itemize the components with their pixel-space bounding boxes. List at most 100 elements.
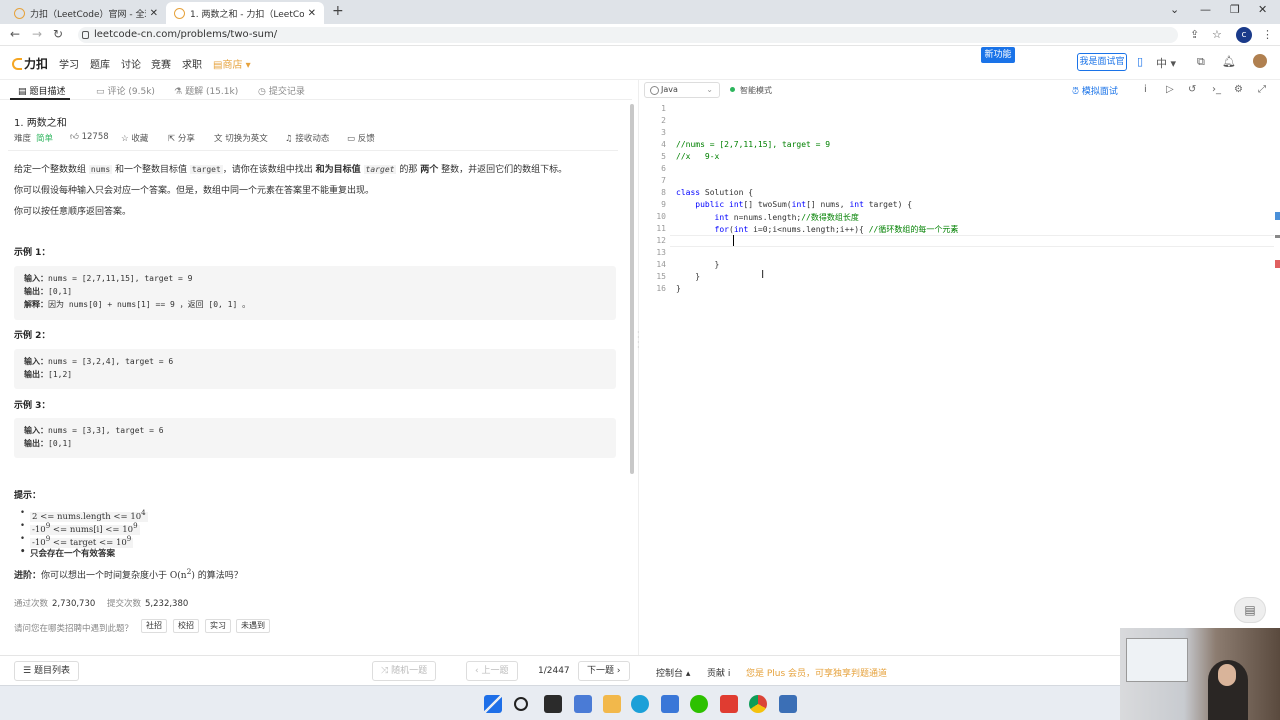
description-paragraph: 你可以按任意顺序返回答案。 xyxy=(14,207,132,217)
nav-item-contest[interactable]: 竞赛 xyxy=(151,56,171,71)
chrome-browser-icon[interactable] xyxy=(749,695,767,713)
reset-icon[interactable]: ↺ xyxy=(1188,84,1196,95)
close-tab-icon[interactable]: ✕ xyxy=(308,8,316,19)
nav-item-shop[interactable]: ▤商店 ▾ xyxy=(213,56,251,71)
tab-search-icon[interactable]: ⌄ xyxy=(1170,3,1179,16)
fullscreen-icon[interactable]: ⤢ xyxy=(1258,84,1266,95)
webcam-overlay xyxy=(1120,628,1280,720)
chip-social[interactable]: 社招 xyxy=(141,619,167,633)
settings-gear-icon[interactable]: ⚙ xyxy=(1234,84,1243,95)
chip-intern[interactable]: 实习 xyxy=(205,619,231,633)
line-number: 5 xyxy=(661,152,666,161)
code-line[interactable]: for(int i=0;i<nums.length;i++){ //循环数组的每… xyxy=(676,224,959,235)
page-indicator: 1/2447 xyxy=(538,666,570,676)
browser-tab-active[interactable]: 1. 两数之和 - 力扣（LeetCode） ✕ xyxy=(166,2,324,24)
contribute-button[interactable]: 贡献 ⅰ xyxy=(707,666,730,679)
bookmark-star-icon[interactable]: ☆ xyxy=(1212,28,1222,41)
feedback-icon: ▭ xyxy=(347,134,356,144)
device-icon[interactable]: ▯ xyxy=(1137,55,1143,68)
nav-item-learn[interactable]: 学习 xyxy=(59,56,79,71)
site-logo[interactable]: 力扣 xyxy=(12,55,48,72)
chip-never[interactable]: 未遇到 xyxy=(236,619,270,633)
edge-browser-icon[interactable] xyxy=(631,695,649,713)
line-number: 4 xyxy=(661,140,666,149)
minimize-icon[interactable]: — xyxy=(1200,3,1211,16)
favorite-button[interactable]: ☆ 收藏 xyxy=(121,132,148,144)
constraint-item: -109 <= nums[i] <= 109 xyxy=(20,521,140,535)
like-button[interactable]: 👍︎ 12758 xyxy=(70,132,109,142)
interviewer-button[interactable]: 我是面试官 xyxy=(1077,53,1127,71)
random-problem-button[interactable]: ⤨ 随机一题 xyxy=(372,661,437,681)
divider xyxy=(8,150,618,151)
forward-icon[interactable]: → xyxy=(32,27,42,41)
terminal-icon[interactable]: ›_ xyxy=(1212,84,1221,95)
remote-desktop-icon[interactable] xyxy=(779,695,797,713)
code-line[interactable]: } xyxy=(676,284,681,293)
red-app-icon[interactable] xyxy=(720,695,738,713)
notification-bell-icon[interactable]: 🔔︎ xyxy=(1222,55,1236,68)
task-view-icon[interactable] xyxy=(544,695,562,713)
prev-problem-button[interactable]: ‹ 上一题 xyxy=(466,661,518,681)
user-avatar[interactable] xyxy=(1253,54,1267,68)
status-dot-icon xyxy=(730,87,735,92)
switch-english-button[interactable]: 文 切换为英文 xyxy=(214,132,268,144)
tab-submissions[interactable]: ◷ 提交记录 xyxy=(258,84,305,97)
close-tab-icon[interactable]: ✕ xyxy=(150,8,158,19)
new-tab-icon[interactable]: + xyxy=(332,3,344,19)
code-line[interactable]: } xyxy=(676,260,720,269)
code-line[interactable]: int n=nums.length;//数得数组长度 xyxy=(676,212,859,223)
description-paragraph: 你可以假设每种输入只会对应一个答案。但是，数组中同一个元素在答案里不能重复出现。 xyxy=(14,186,375,196)
nav-item-jobs[interactable]: 求职 xyxy=(182,56,202,71)
code-line[interactable]: class Solution { xyxy=(676,188,753,197)
back-icon[interactable]: ← xyxy=(10,27,20,41)
playground-icon[interactable]: ⧉ xyxy=(1197,55,1205,69)
reload-icon[interactable]: ↻ xyxy=(53,27,63,41)
difficulty-badge: 简单 xyxy=(36,134,54,144)
shuffle-icon: ⤨ xyxy=(381,666,389,676)
chevron-left-icon: ‹ xyxy=(475,666,479,676)
windows-start-icon[interactable] xyxy=(484,695,502,713)
store-icon[interactable] xyxy=(661,695,679,713)
file-explorer-icon[interactable] xyxy=(603,695,621,713)
browser-tab-bar: 力扣（LeetCode）官网 - 全球极 ✕ 1. 两数之和 - 力扣（Leet… xyxy=(0,0,1280,24)
info-icon[interactable]: ⅰ xyxy=(1144,84,1147,95)
maximize-icon[interactable]: ❐ xyxy=(1230,3,1240,16)
browser-tab[interactable]: 力扣（LeetCode）官网 - 全球极 ✕ xyxy=(6,2,166,24)
wechat-icon[interactable] xyxy=(690,695,708,713)
code-editor[interactable]: 1 2 3 4//nums = [2,7,11,15], target = 9 5//x… xyxy=(642,100,1280,655)
profile-avatar[interactable]: c xyxy=(1236,27,1252,43)
code-line[interactable]: } xyxy=(676,272,700,281)
tab-comments[interactable]: ▭ 评论 (9.5k) xyxy=(96,84,155,97)
code-line[interactable]: //x 9-x xyxy=(676,152,719,161)
language-switch[interactable]: 中 ▾ xyxy=(1156,55,1176,71)
mock-interview-button[interactable]: ⏰︎ 模拟面试 xyxy=(1072,84,1118,97)
notes-icon[interactable]: ▤ xyxy=(1234,597,1266,623)
notify-button[interactable]: ♫ 接收动态 xyxy=(285,132,329,144)
url-input[interactable]: leetcode-cn.com/problems/two-sum/ xyxy=(78,27,1178,43)
drag-handle-icon[interactable]: · · · · xyxy=(637,329,640,352)
share-icon[interactable]: ⇪ xyxy=(1190,28,1199,41)
new-feature-badge[interactable]: 新功能 xyxy=(981,47,1015,63)
code-line[interactable]: //nums = [2,7,11,15], target = 9 xyxy=(676,140,830,149)
chip-campus[interactable]: 校招 xyxy=(173,619,199,633)
feedback-button[interactable]: ▭ 反馈 xyxy=(347,132,375,144)
menu-icon[interactable]: ⋮ xyxy=(1262,28,1273,41)
constraint-item: 2 <= nums.length <= 104 xyxy=(20,508,148,522)
language-select[interactable]: Java ⌄ xyxy=(644,82,720,98)
code-line[interactable]: public int[] twoSum(int[] nums, int targ… xyxy=(676,200,912,209)
tab-description[interactable]: ▤ 题目描述 xyxy=(18,84,66,97)
console-toggle[interactable]: 控制台 ▴ xyxy=(656,666,690,679)
share-button[interactable]: ⇱ 分享 xyxy=(168,132,195,144)
widgets-icon[interactable] xyxy=(574,695,592,713)
problem-scrollbar[interactable] xyxy=(630,104,634,474)
problem-list-button[interactable]: ☰ 题目列表 xyxy=(14,661,79,681)
tab-solutions[interactable]: ⚗ 题解 (15.1k) xyxy=(174,84,238,97)
nav-item-problems[interactable]: 题库 xyxy=(90,56,110,71)
smart-mode-toggle[interactable]: 智能模式 xyxy=(730,85,772,96)
line-number: 3 xyxy=(661,128,666,137)
nav-item-discuss[interactable]: 讨论 xyxy=(121,56,141,71)
close-window-icon[interactable]: ✕ xyxy=(1258,3,1267,16)
run-icon[interactable]: ▷ xyxy=(1166,84,1174,95)
next-problem-button[interactable]: 下一题 › xyxy=(578,661,630,681)
search-icon[interactable] xyxy=(514,697,528,711)
